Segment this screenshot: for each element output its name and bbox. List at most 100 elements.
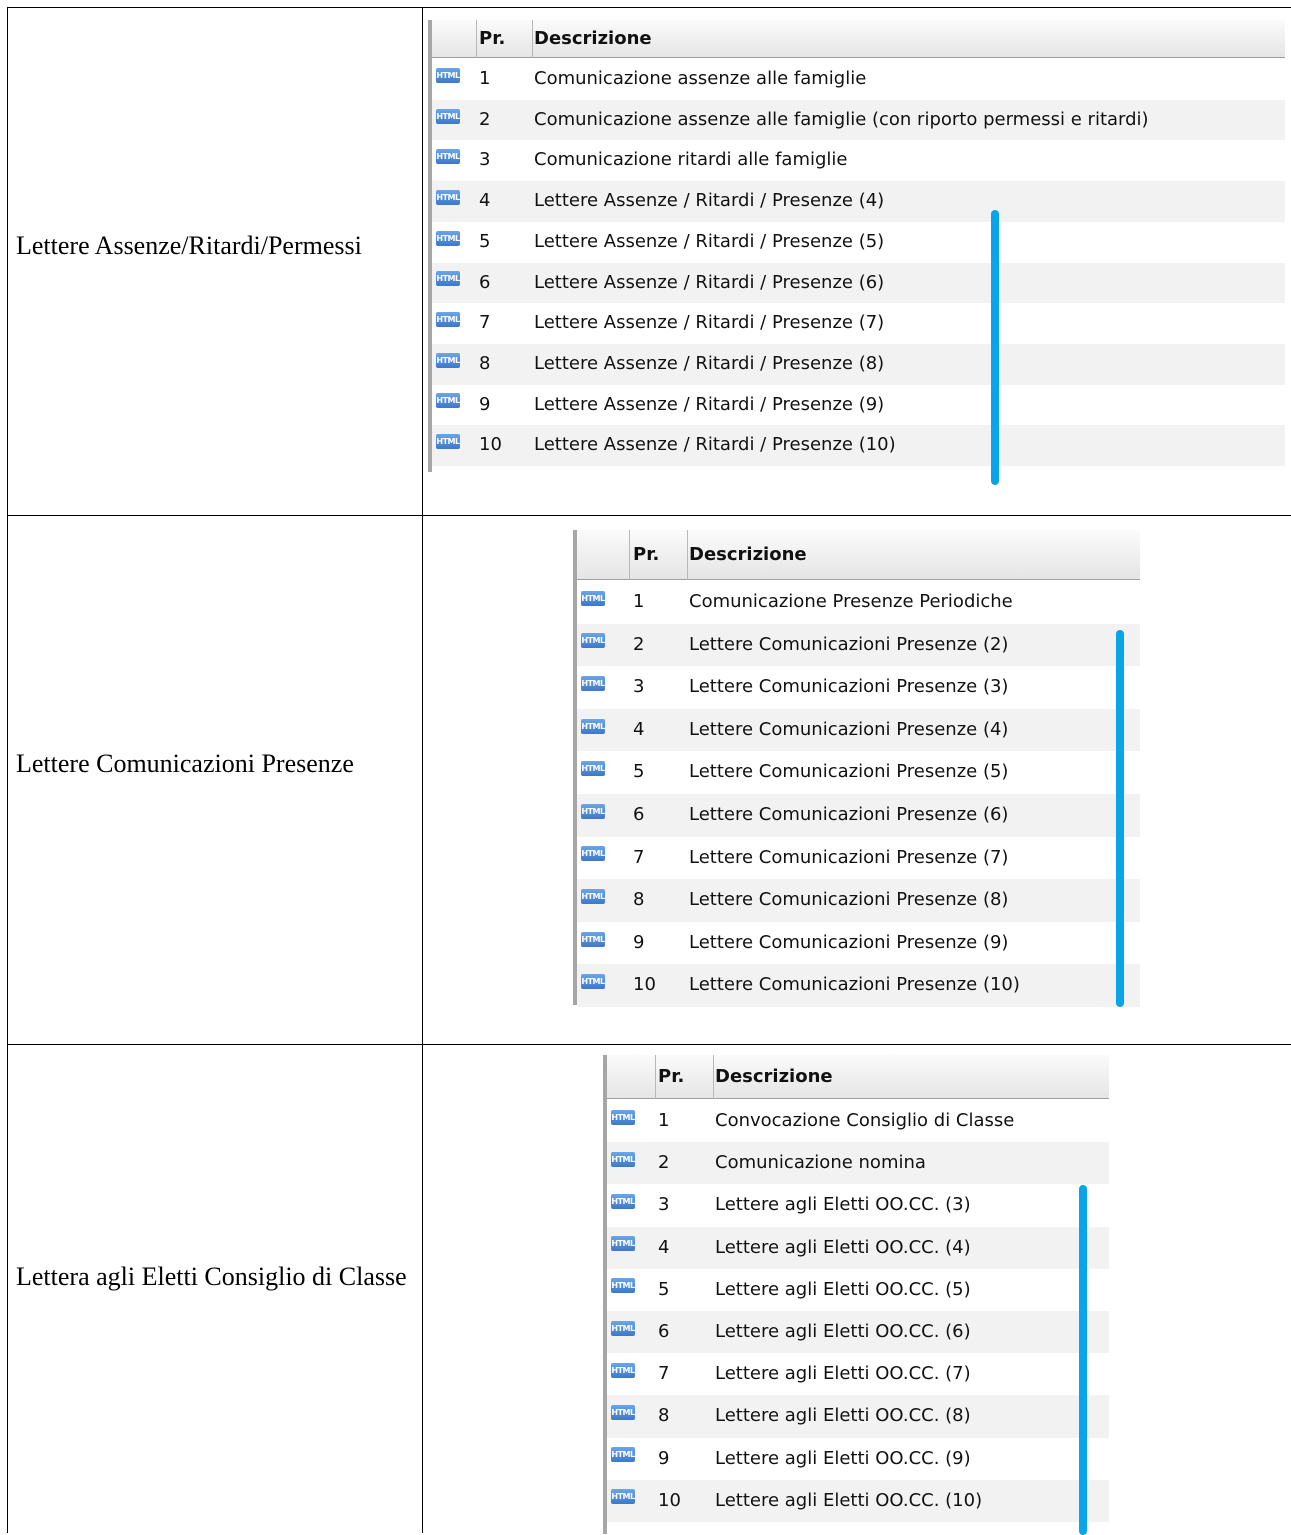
row-description: Lettere agli Eletti OO.CC. (7): [715, 1363, 971, 1385]
grid-row[interactable]: HTML 5 Lettere agli Eletti OO.CC. (5): [607, 1269, 1109, 1311]
grid-row[interactable]: HTML 8 Lettere agli Eletti OO.CC. (8): [607, 1395, 1109, 1438]
html-file-icon[interactable]: HTML: [611, 1193, 635, 1209]
html-file-icon[interactable]: HTML: [581, 675, 605, 691]
html-file-icon[interactable]: HTML: [581, 846, 605, 862]
html-file-icon[interactable]: HTML: [611, 1278, 635, 1294]
row-description: Lettere Assenze / Ritardi / Presenze (4): [534, 190, 885, 212]
html-file-icon[interactable]: HTML: [581, 803, 605, 819]
grid-row[interactable]: HTML 8 Lettere Comunicazioni Presenze (8): [577, 879, 1140, 922]
row-description: Comunicazione assenze alle famiglie: [534, 68, 867, 89]
grid-row[interactable]: HTML 6 Lettere Comunicazioni Presenze (6): [577, 794, 1140, 837]
html-file-icon[interactable]: HTML: [436, 230, 460, 246]
html-file-icon[interactable]: HTML: [611, 1362, 635, 1378]
grid-row[interactable]: HTML 6 Lettere agli Eletti OO.CC. (6): [607, 1311, 1109, 1354]
grid-row[interactable]: HTML 4 Lettere Comunicazioni Presenze (4): [577, 708, 1140, 752]
grid-row[interactable]: HTML 2 Comunicazione nomina: [607, 1142, 1109, 1185]
grid-row[interactable]: HTML 4 Lettere agli Eletti OO.CC. (4): [607, 1226, 1109, 1269]
grid-row[interactable]: HTML 10 Lettere Comunicazioni Presenze (10…: [577, 964, 1140, 1007]
html-file-icon[interactable]: HTML: [611, 1320, 635, 1336]
row-number: 5: [633, 761, 645, 783]
column-header-pr[interactable]: Pr.: [633, 530, 659, 580]
html-file-icon[interactable]: HTML: [436, 352, 460, 368]
grid-row[interactable]: HTML 8 Lettere Assenze / Ritardi / Presenz…: [432, 343, 1285, 385]
html-file-icon[interactable]: HTML: [611, 1489, 635, 1505]
html-file-icon[interactable]: HTML: [436, 108, 460, 124]
html-file-icon[interactable]: HTML: [436, 312, 460, 328]
grid-row[interactable]: HTML 5 Lettere Assenze / Ritardi / Presenz…: [432, 222, 1285, 263]
row-description: Lettere agli Eletti OO.CC. (3): [715, 1194, 971, 1216]
html-file-icon[interactable]: HTML: [611, 1447, 635, 1463]
html-file-icon[interactable]: HTML: [581, 931, 605, 947]
grid-row[interactable]: HTML 9 Lettere Assenze / Ritardi / Presenz…: [432, 385, 1285, 426]
grid-row[interactable]: HTML 2 Lettere Comunicazioni Presenze (2): [577, 623, 1140, 667]
column-header-pr[interactable]: Pr.: [479, 20, 505, 58]
row-number: 7: [633, 846, 645, 868]
grid-row[interactable]: HTML 4 Lettere Assenze / Ritardi / Presenz…: [432, 181, 1285, 222]
column-divider[interactable]: [476, 20, 477, 58]
report-grid: Pr. Descrizione HTML 1 Convocazione Consigli…: [603, 1055, 1109, 1535]
html-file-icon[interactable]: HTML: [436, 149, 460, 165]
html-file-icon[interactable]: HTML: [611, 1109, 635, 1125]
row-description: Lettere agli Eletti OO.CC. (9): [715, 1447, 971, 1469]
row-description: Lettere Comunicazioni Presenze (7): [689, 846, 1009, 868]
row-number: 1: [479, 68, 491, 89]
grid-row[interactable]: HTML 7 Lettere Assenze / Ritardi / Presenz…: [432, 303, 1285, 344]
grid-row[interactable]: HTML 6 Lettere Assenze / Ritardi / Presenz…: [432, 262, 1285, 304]
html-file-icon[interactable]: HTML: [611, 1236, 635, 1252]
row-description: Lettere Assenze / Ritardi / Presenze (8): [534, 352, 885, 374]
row-description: Lettere Assenze / Ritardi / Presenze (9): [534, 393, 885, 415]
highlight-bracket: [1116, 630, 1124, 1007]
html-file-icon[interactable]: HTML: [581, 974, 605, 990]
html-file-icon[interactable]: HTML: [611, 1404, 635, 1420]
grid-row[interactable]: HTML 10 Lettere Assenze / Ritardi / Presen…: [432, 425, 1285, 466]
html-file-icon[interactable]: HTML: [581, 590, 605, 606]
html-file-icon[interactable]: HTML: [436, 393, 460, 409]
column-divider[interactable]: [713, 1055, 714, 1099]
row-number: 5: [479, 230, 491, 252]
row-description: Lettere Assenze / Ritardi / Presenze (10…: [534, 434, 896, 456]
column-divider[interactable]: [629, 530, 630, 580]
html-file-icon[interactable]: HTML: [581, 888, 605, 904]
row-description: Comunicazione Presenze Periodiche: [689, 591, 1013, 612]
grid-row[interactable]: HTML 5 Lettere Comunicazioni Presenze (5): [577, 751, 1140, 794]
section-label: Lettera agli Eletti Consiglio di Classe: [16, 1262, 407, 1291]
grid-row[interactable]: HTML 1 Convocazione Consiglio di Classe: [607, 1100, 1109, 1142]
html-file-icon[interactable]: HTML: [436, 271, 460, 287]
grid-row[interactable]: HTML 3 Comunicazione ritardi alle famiglie: [432, 140, 1285, 181]
grid-row[interactable]: HTML 3 Lettere agli Eletti OO.CC. (3): [607, 1184, 1109, 1226]
column-divider[interactable]: [655, 1055, 656, 1099]
column-header-descrizione[interactable]: Descrizione: [715, 1055, 833, 1099]
grid-row[interactable]: HTML 10 Lettere agli Eletti OO.CC. (10): [607, 1479, 1109, 1522]
html-file-icon[interactable]: HTML: [436, 67, 460, 83]
row-description: Lettere agli Eletti OO.CC. (6): [715, 1321, 971, 1342]
grid-row[interactable]: HTML 9 Lettere agli Eletti OO.CC. (9): [607, 1438, 1109, 1480]
grid-row[interactable]: HTML 7 Lettere Comunicazioni Presenze (7): [577, 837, 1140, 880]
row-number: 9: [633, 931, 645, 953]
grid-row[interactable]: HTML 1 Comunicazione assenze alle famiglie: [432, 59, 1285, 100]
html-file-icon[interactable]: HTML: [581, 718, 605, 734]
row-number: 3: [479, 149, 491, 171]
grid-row[interactable]: HTML 1 Comunicazione Presenze Periodiche: [577, 581, 1140, 624]
column-divider[interactable]: [532, 20, 533, 58]
column-header-pr[interactable]: Pr.: [658, 1055, 684, 1099]
grid-row[interactable]: HTML 3 Lettere Comunicazioni Presenze (3): [577, 666, 1140, 709]
grid-row[interactable]: HTML 7 Lettere agli Eletti OO.CC. (7): [607, 1353, 1109, 1395]
html-file-icon[interactable]: HTML: [581, 761, 605, 777]
row-description: Lettere Assenze / Ritardi / Presenze (7): [534, 312, 885, 334]
row-description: Lettere agli Eletti OO.CC. (5): [715, 1278, 971, 1300]
row-description: Comunicazione assenze alle famiglie (con…: [534, 108, 1149, 130]
column-divider[interactable]: [687, 530, 688, 580]
column-header-descrizione[interactable]: Descrizione: [534, 20, 652, 58]
html-file-icon[interactable]: HTML: [436, 189, 460, 205]
html-file-icon[interactable]: HTML: [436, 434, 460, 450]
row-description: Lettere Comunicazioni Presenze (5): [689, 761, 1009, 783]
column-header-descrizione[interactable]: Descrizione: [689, 530, 807, 580]
row-number: 1: [633, 591, 645, 612]
grid-row[interactable]: HTML 9 Lettere Comunicazioni Presenze (9): [577, 922, 1140, 965]
grid-row[interactable]: HTML 2 Comunicazione assenze alle famiglie…: [432, 99, 1285, 141]
html-file-icon[interactable]: HTML: [581, 633, 605, 649]
row-number: 10: [479, 434, 502, 456]
row-number: 5: [658, 1278, 670, 1300]
html-file-icon[interactable]: HTML: [611, 1151, 635, 1167]
row-description: Lettere agli Eletti OO.CC. (8): [715, 1405, 971, 1427]
